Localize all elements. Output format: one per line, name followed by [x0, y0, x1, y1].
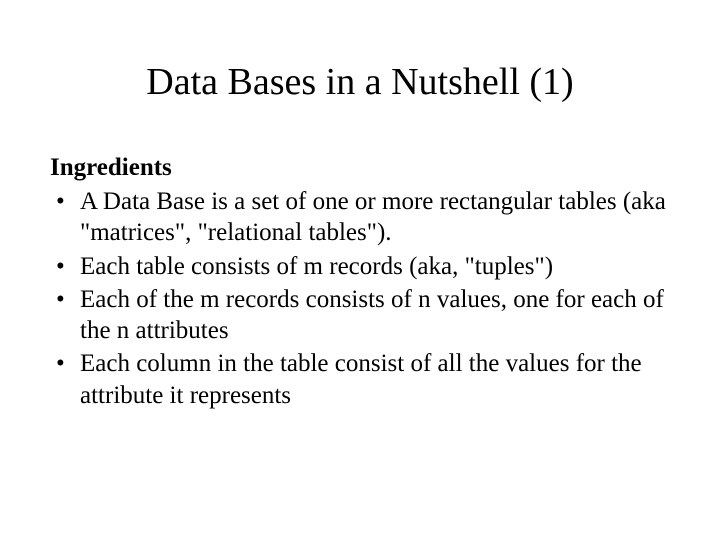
list-item: Each table consists of m records (aka, "… — [50, 251, 670, 282]
list-item: Each of the m records consists of n valu… — [50, 284, 670, 347]
section-subtitle: Ingredients — [50, 154, 670, 182]
list-item: Each column in the table consist of all … — [50, 348, 670, 411]
slide-title: Data Bases in a Nutshell (1) — [50, 60, 670, 104]
bullet-list: A Data Base is a set of one or more rect… — [50, 186, 670, 411]
list-item: A Data Base is a set of one or more rect… — [50, 186, 670, 249]
